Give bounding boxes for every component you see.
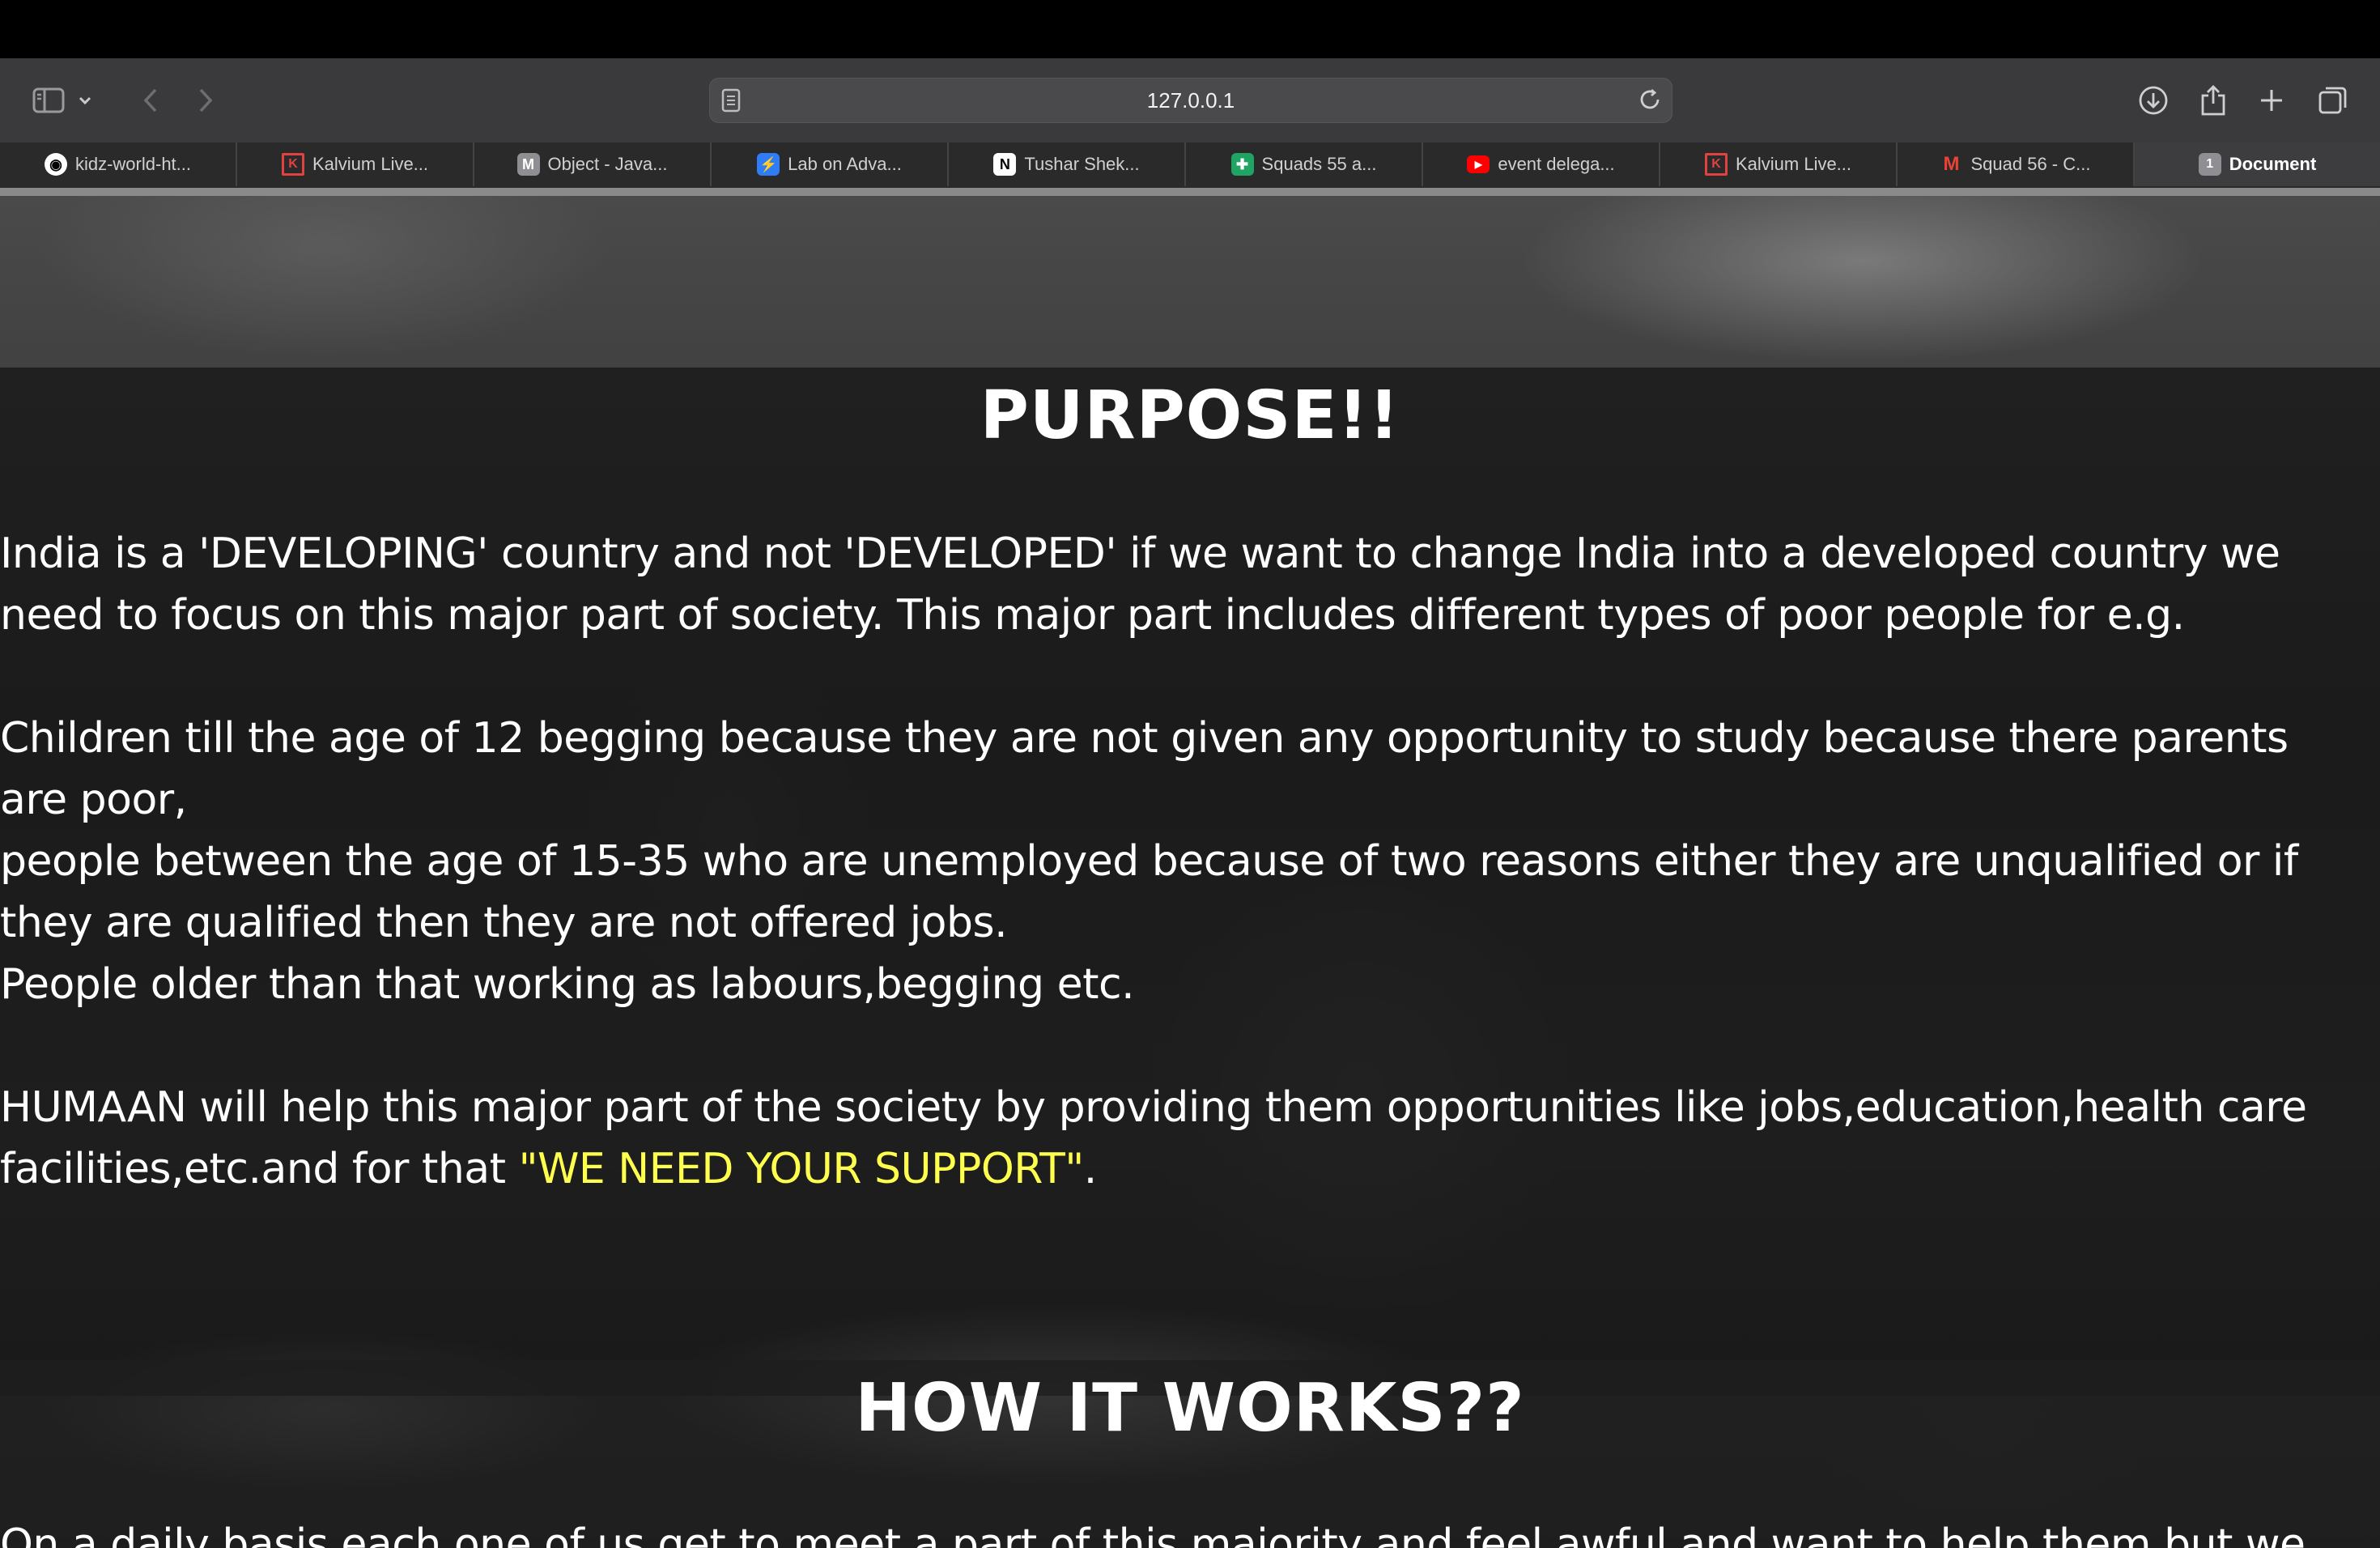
- tab-label: Kalvium Live...: [1735, 154, 1852, 174]
- tab-label: Squads 55 a...: [1261, 154, 1377, 174]
- tab-label: Squad 56 - C...: [1970, 154, 2091, 174]
- tab-label: Object - Java...: [547, 154, 668, 174]
- page-viewport[interactable]: PURPOSE!! India is a 'DEVELOPING' countr…: [0, 196, 2380, 1548]
- how-it-works-text: On a daily basis each one of us get to m…: [0, 1514, 2377, 1548]
- tab[interactable]: K Kalvium Live...: [237, 142, 474, 186]
- tab[interactable]: ⚡ Lab on Adva...: [712, 142, 949, 186]
- forward-icon[interactable]: [185, 79, 227, 121]
- tab-overview-icon[interactable]: [2312, 79, 2354, 121]
- sidebar-toggle-icon[interactable]: [28, 79, 70, 121]
- text-line: are poor,: [0, 776, 187, 824]
- tab[interactable]: M Squad 56 - C...: [1898, 142, 2135, 186]
- sheets-icon: ✚: [1230, 153, 1254, 176]
- tab-strip-divider: [0, 188, 2380, 196]
- text-line: On a daily basis each one of us get to m…: [0, 1520, 2306, 1548]
- new-tab-icon[interactable]: [2250, 79, 2293, 121]
- text-line: Children till the age of 12 begging beca…: [0, 714, 2289, 763]
- text-line: People older than that working as labour…: [0, 960, 1135, 1009]
- bolt-icon: ⚡: [757, 153, 780, 176]
- text-line: facilities,etc.and for that "WE NEED YOU…: [0, 1138, 2377, 1200]
- tab[interactable]: ▶ event delega...: [1423, 142, 1660, 186]
- tab-label: Tushar Shek...: [1024, 154, 1140, 174]
- purpose-text: India is a 'DEVELOPING' country and not …: [0, 523, 2377, 1200]
- support-highlight: "WE NEED YOUR SUPPORT": [518, 1145, 1085, 1193]
- text-line: HUMAAN will help this major part of the …: [0, 1083, 2307, 1132]
- tab[interactable]: ✚ Squads 55 a...: [1186, 142, 1423, 186]
- how-it-works-heading: HOW IT WORKS??: [855, 1370, 1525, 1447]
- text-line: they are qualified then they are not off…: [0, 899, 1008, 947]
- browser-toolbar: 127.0.0.1: [0, 58, 2380, 143]
- tab[interactable]: M Object - Java...: [474, 142, 712, 186]
- back-icon[interactable]: [130, 79, 172, 121]
- m-icon: M: [516, 153, 540, 176]
- support-text: facilities,etc.and for that: [0, 1145, 519, 1193]
- text-line: India is a 'DEVELOPING' country and not …: [0, 529, 2280, 578]
- purpose-heading: PURPOSE!!: [980, 377, 1400, 454]
- reload-icon[interactable]: [1638, 87, 1662, 115]
- tab-label: kidz-world-ht...: [74, 154, 192, 174]
- tab[interactable]: K Kalvium Live...: [1660, 142, 1898, 186]
- chevron-down-icon[interactable]: [73, 79, 97, 121]
- tab-label: Document: [2229, 154, 2317, 174]
- url-text: 127.0.0.1: [1146, 88, 1235, 113]
- tab-label: Lab on Adva...: [788, 154, 902, 174]
- kalvium-icon: K: [1704, 153, 1728, 176]
- share-icon[interactable]: [2192, 79, 2234, 121]
- notion-icon: N: [993, 153, 1017, 176]
- downloads-icon[interactable]: [2132, 79, 2174, 121]
- youtube-icon: ▶: [1467, 155, 1490, 173]
- tab-label: event delega...: [1498, 154, 1615, 174]
- tab-label: Kalvium Live...: [312, 154, 429, 174]
- text-line: need to focus on this major part of soci…: [0, 591, 2185, 640]
- support-period: .: [1083, 1145, 1098, 1193]
- gmail-icon: M: [1943, 153, 1960, 175]
- text-line: [0, 1015, 2377, 1077]
- tab-strip: ◉ kidz-world-ht... K Kalvium Live... M O…: [0, 142, 2380, 189]
- tab-active[interactable]: 1 Document: [2135, 142, 2380, 186]
- count-badge-icon: 1: [2198, 153, 2221, 176]
- menu-bar: [0, 0, 2380, 58]
- tab[interactable]: N Tushar Shek...: [949, 142, 1186, 186]
- address-bar[interactable]: 127.0.0.1: [709, 78, 1672, 123]
- github-icon: ◉: [44, 153, 67, 176]
- text-line: people between the age of 15-35 who are …: [0, 837, 2298, 886]
- kalvium-icon: K: [281, 153, 304, 176]
- text-line: [0, 646, 2377, 708]
- tab[interactable]: ◉ kidz-world-ht...: [0, 142, 237, 186]
